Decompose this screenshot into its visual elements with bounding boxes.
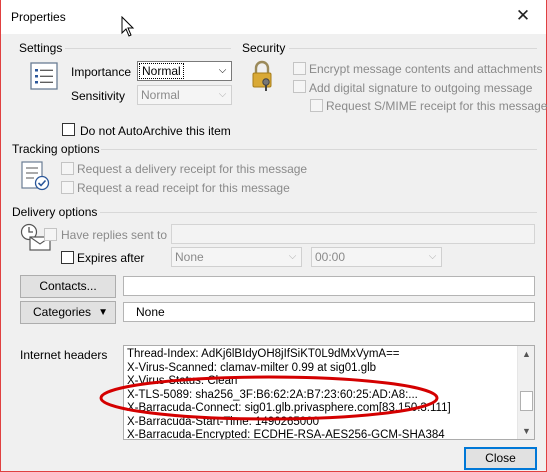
tracking-checklist-icon <box>21 161 50 191</box>
expires-time-select[interactable]: 00:00 ⌵ <box>311 247 442 267</box>
categories-button[interactable]: Categories ▼ <box>20 301 116 324</box>
read-receipt-label[interactable]: Request a read receipt for this message <box>77 181 290 195</box>
sensitivity-value: Normal <box>141 88 180 102</box>
mouse-cursor-icon <box>121 16 135 37</box>
delivery-receipt-checkbox[interactable] <box>61 162 74 175</box>
settings-section-title: Settings <box>19 41 63 55</box>
sensitivity-select[interactable]: Normal ⌵ <box>137 85 232 105</box>
title-bar: Properties ✕ <box>1 0 546 37</box>
header-line: X-Barracuda-Connect: sig01.glb.privasphe… <box>127 402 451 414</box>
importance-value: Normal <box>139 63 184 79</box>
have-replies-label[interactable]: Have replies sent to <box>61 228 167 242</box>
importance-select[interactable]: Normal ⌵ <box>137 61 232 81</box>
header-line: Thread-Index: AdKj6lBIdyOH8jIfSiKT0L9dMx… <box>127 348 400 360</box>
contacts-button[interactable]: Contacts... <box>20 275 116 298</box>
expires-after-checkbox[interactable] <box>61 251 74 264</box>
importance-label: Importance <box>71 65 132 79</box>
header-line: X-Virus-Status: Clean <box>127 375 238 387</box>
window-title: Properties <box>11 10 66 24</box>
expires-date-value: None <box>175 250 204 264</box>
properties-dialog: Properties ✕ Settings Importance Normal … <box>0 0 547 472</box>
encrypt-checkbox[interactable] <box>293 62 306 75</box>
encrypt-label[interactable]: Encrypt message contents and attachments <box>309 62 542 76</box>
delivery-divider <box>100 212 537 213</box>
do-not-autoarchive-label[interactable]: Do not AutoArchive this item <box>80 124 231 138</box>
expires-time-value: 00:00 <box>315 250 346 264</box>
scroll-up-icon[interactable]: ▲ <box>518 347 534 361</box>
scroll-down-icon[interactable]: ▼ <box>518 424 534 438</box>
close-icon[interactable]: ✕ <box>510 5 536 29</box>
scroll-thumb[interactable] <box>520 391 533 411</box>
headers-scrollbar[interactable]: ▲ ▼ <box>517 346 534 439</box>
security-section-title: Security <box>242 41 286 55</box>
internet-headers-textarea[interactable]: Thread-Index: AdKj6lBIdyOH8jIfSiKT0L9dMx… <box>123 345 535 440</box>
delivery-section-title: Delivery options <box>12 205 98 219</box>
categories-field: None <box>123 302 535 322</box>
close-button[interactable]: Close <box>464 447 537 470</box>
settings-divider <box>65 48 231 49</box>
tracking-divider <box>101 149 537 150</box>
settings-list-icon <box>30 62 58 90</box>
expires-after-label[interactable]: Expires after <box>77 251 144 265</box>
digital-signature-checkbox[interactable] <box>293 80 306 93</box>
have-replies-field[interactable] <box>171 224 535 244</box>
expires-date-select[interactable]: None ⌵ <box>171 247 302 267</box>
categories-label: Categories <box>33 305 92 319</box>
read-receipt-checkbox[interactable] <box>61 181 74 194</box>
contacts-field[interactable] <box>123 276 535 296</box>
security-divider <box>289 48 537 49</box>
do-not-autoarchive-checkbox[interactable] <box>62 123 75 136</box>
header-line: X-Virus-Scanned: clamav-milter 0.99 at s… <box>127 361 377 374</box>
smime-receipt-checkbox[interactable] <box>310 99 323 112</box>
delivery-receipt-label[interactable]: Request a delivery receipt for this mess… <box>77 162 307 176</box>
have-replies-checkbox[interactable] <box>44 228 57 241</box>
lock-key-icon <box>252 60 272 91</box>
chevron-down-icon: ⌵ <box>288 251 297 262</box>
internet-headers-label: Internet headers <box>20 348 108 362</box>
categories-value: None <box>136 305 165 319</box>
chevron-down-icon: ▼ <box>98 307 108 318</box>
header-line: X-Barracuda-Encrypted: ECDHE-RSA-AES256-… <box>127 429 445 440</box>
chevron-down-icon: ⌵ <box>218 65 227 76</box>
header-line: X-Barracuda-Start-Time: 1490265000 <box>127 415 319 428</box>
digital-signature-label[interactable]: Add digital signature to outgoing messag… <box>309 81 532 95</box>
smime-receipt-label[interactable]: Request S/MIME receipt for this message <box>326 99 547 113</box>
sensitivity-label: Sensitivity <box>71 89 126 103</box>
chevron-down-icon: ⌵ <box>428 251 437 262</box>
chevron-down-icon: ⌵ <box>218 89 227 100</box>
header-line: X-TLS-5089: sha256_3F:B6:62:2A:B7:23:60:… <box>127 388 418 401</box>
tracking-section-title: Tracking options <box>12 142 100 156</box>
